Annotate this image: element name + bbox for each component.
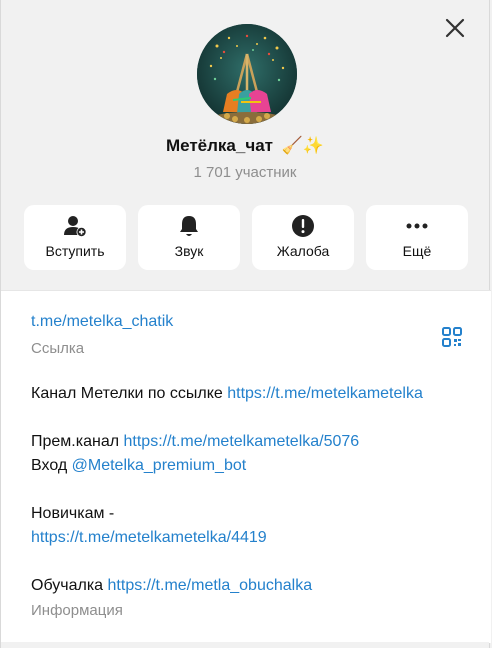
join-label: Вступить <box>45 243 105 259</box>
sound-button[interactable]: Звук <box>138 205 240 270</box>
more-icon <box>404 213 430 239</box>
warning-icon <box>290 213 316 239</box>
desc-text: Вход <box>31 457 72 474</box>
desc-link-channel[interactable]: https://t.me/metelkametelka <box>227 385 423 402</box>
desc-line-newcomers: Новичкам - <box>31 505 115 522</box>
desc-link-newcomers[interactable]: https://t.me/metelkametelka/4419 <box>31 529 267 546</box>
chat-description: Канал Метелки по ссылке https://t.me/met… <box>31 382 471 598</box>
report-label: Жалоба <box>276 243 330 259</box>
desc-line-premium: Прем.канал https://t.me/metelkametelka/5… <box>31 430 471 454</box>
avatar[interactable] <box>197 24 297 124</box>
bell-icon <box>176 213 202 239</box>
qr-code-icon <box>442 327 462 347</box>
info-caption: Информация <box>31 602 123 619</box>
desc-text: Канал Метелки по ссылке <box>31 385 228 402</box>
desc-line-newcomers-link: https://t.me/metelkametelka/4419 <box>31 526 471 550</box>
info-section: t.me/metelka_chatik Ссылка Канал Метелки… <box>1 290 491 643</box>
member-count: 1 701 участник <box>193 164 297 181</box>
desc-text: Прем.канал <box>31 433 124 450</box>
report-button[interactable]: Жалоба <box>252 205 354 270</box>
more-button[interactable]: Ещё <box>366 205 468 270</box>
desc-line-training: Обучалка https://t.me/metla_obuchalka <box>31 574 471 598</box>
link-caption: Ссылка <box>31 340 85 357</box>
chat-link[interactable]: t.me/metelka_chatik <box>31 313 173 331</box>
chat-title: Метёлка_чат 🧹✨ <box>1 136 489 156</box>
desc-line-channel: Канал Метелки по ссылке https://t.me/met… <box>31 382 471 406</box>
desc-link-premium[interactable]: https://t.me/metelkametelka/5076 <box>124 433 360 450</box>
broom-avatar-image <box>197 24 297 124</box>
chat-title-text: Метёлка_чат <box>165 136 273 155</box>
join-button[interactable]: Вступить <box>24 205 126 270</box>
sound-label: Звук <box>174 243 204 259</box>
qr-code-button[interactable] <box>440 325 464 349</box>
close-icon <box>445 18 465 38</box>
action-bar: Вступить Звук Жалоба Ещё <box>24 205 468 270</box>
desc-line-entry: Вход @Metelka_premium_bot <box>31 454 471 478</box>
chat-profile-panel: Метёлка_чат 🧹✨ 1 701 участник Вступить З… <box>0 0 491 648</box>
desc-text: Обучалка <box>31 577 108 594</box>
chat-title-emoji: 🧹✨ <box>281 136 325 155</box>
desc-link-training[interactable]: https://t.me/metla_obuchalka <box>108 577 313 594</box>
close-button[interactable] <box>443 16 467 40</box>
more-label: Ещё <box>402 243 432 259</box>
add-user-icon <box>62 213 88 239</box>
bottom-divider <box>1 642 489 648</box>
desc-link-bot[interactable]: @Metelka_premium_bot <box>72 457 247 474</box>
